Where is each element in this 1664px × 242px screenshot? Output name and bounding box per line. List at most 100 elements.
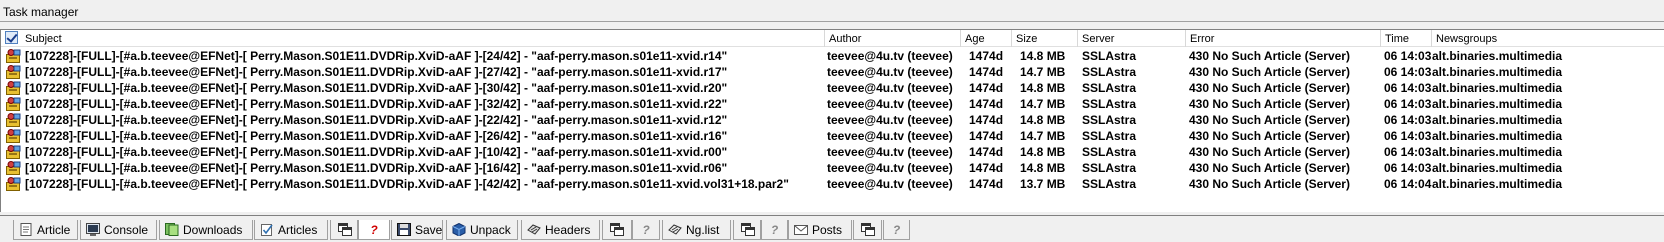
tab-ng-list[interactable]: Ng.list <box>662 220 731 240</box>
cell-newsgroups: alt.binaries.multimedia <box>1432 177 1563 191</box>
cell-error: 430 No Such Article (Server) <box>1189 145 1350 159</box>
task-status-icon <box>6 113 22 127</box>
cell-subject: [107228]-[FULL]-[#a.b.teevee@EFNet]-[ Pe… <box>25 65 728 79</box>
table-row[interactable]: [107228]-[FULL]-[#a.b.teevee@EFNet]-[ Pe… <box>1 160 1664 176</box>
cell-age: 1474d <box>969 97 1004 111</box>
cell-age: 1474d <box>969 161 1004 175</box>
cell-error: 430 No Such Article (Server) <box>1189 65 1350 79</box>
cell-time: 06 14:03 <box>1384 113 1432 127</box>
cell-newsgroups: alt.binaries.multimedia <box>1432 97 1563 111</box>
table-row[interactable]: [107228]-[FULL]-[#a.b.teevee@EFNet]-[ Pe… <box>1 176 1664 192</box>
cell-size: 14.8 MB <box>1020 113 1066 127</box>
table-row[interactable]: [107228]-[FULL]-[#a.b.teevee@EFNet]-[ Pe… <box>1 96 1664 112</box>
cell-time: 06 14:03 <box>1384 145 1432 159</box>
table-row[interactable]: [107228]-[FULL]-[#a.b.teevee@EFNet]-[ Pe… <box>1 112 1664 128</box>
cell-error: 430 No Such Article (Server) <box>1189 97 1350 111</box>
cell-time: 06 14:03 <box>1384 129 1432 143</box>
cell-server: SSLAstra <box>1082 65 1137 79</box>
cell-subject: [107228]-[FULL]-[#a.b.teevee@EFNet]-[ Pe… <box>25 81 728 95</box>
col-subject[interactable]: Subject <box>1 30 825 47</box>
table-row[interactable]: [107228]-[FULL]-[#a.b.teevee@EFNet]-[ Pe… <box>1 144 1664 160</box>
cell-server: SSLAstra <box>1082 97 1137 111</box>
ng-list-icon <box>668 223 682 236</box>
articles-icon <box>260 223 274 236</box>
cell-time: 06 14:03 <box>1384 65 1432 79</box>
envelope-icon <box>794 223 808 236</box>
cell-newsgroups: alt.binaries.multimedia <box>1432 49 1563 63</box>
cell-error: 430 No Such Article (Server) <box>1189 177 1350 191</box>
col-age[interactable]: Age <box>961 30 1012 47</box>
tab-help[interactable]: ? <box>632 220 660 240</box>
cell-error: 430 No Such Article (Server) <box>1189 161 1350 175</box>
task-list[interactable]: Subject Author Age Size Server Error Tim… <box>0 29 1664 212</box>
col-subject-label: Subject <box>25 33 62 45</box>
tab-window[interactable] <box>602 220 632 240</box>
col-time[interactable]: Time <box>1381 30 1432 47</box>
tab-save[interactable]: Save <box>391 220 443 240</box>
cell-server: SSLAstra <box>1082 161 1137 175</box>
cell-server: SSLAstra <box>1082 113 1137 127</box>
cell-age: 1474d <box>969 129 1004 143</box>
tab-unpack[interactable]: Unpack <box>446 220 518 240</box>
tab-label: Article <box>37 223 71 237</box>
table-row[interactable]: [107228]-[FULL]-[#a.b.teevee@EFNet]-[ Pe… <box>1 48 1664 64</box>
tab-help[interactable]: ? <box>761 220 788 240</box>
tab-help[interactable]: ? <box>358 220 390 240</box>
window-icon <box>338 223 352 236</box>
table-row[interactable]: [107228]-[FULL]-[#a.b.teevee@EFNet]-[ Pe… <box>1 128 1664 144</box>
cell-time: 06 14:03 <box>1384 161 1432 175</box>
tab-window[interactable] <box>853 220 882 240</box>
bottom-tab-bar: Article Console Downloads Articles? Save Unpa… <box>0 215 1664 242</box>
cell-error: 430 No Such Article (Server) <box>1189 113 1350 127</box>
cell-subject: [107228]-[FULL]-[#a.b.teevee@EFNet]-[ Pe… <box>25 129 728 143</box>
cell-author: teevee@4u.tv (teevee) <box>827 97 953 111</box>
cell-newsgroups: alt.binaries.multimedia <box>1432 113 1563 127</box>
console-icon <box>86 223 100 236</box>
cell-author: teevee@4u.tv (teevee) <box>827 113 953 127</box>
cell-newsgroups: alt.binaries.multimedia <box>1432 161 1563 175</box>
table-row[interactable]: [107228]-[FULL]-[#a.b.teevee@EFNet]-[ Pe… <box>1 64 1664 80</box>
col-size[interactable]: Size <box>1012 30 1078 47</box>
col-server[interactable]: Server <box>1078 30 1186 47</box>
help-icon: ? <box>642 223 650 237</box>
cell-age: 1474d <box>969 65 1004 79</box>
task-status-icon <box>6 49 22 63</box>
cell-time: 06 14:03 <box>1384 97 1432 111</box>
window-icon <box>861 223 875 236</box>
task-status-icon <box>6 129 22 143</box>
tab-console[interactable]: Console <box>80 220 157 240</box>
cell-author: teevee@4u.tv (teevee) <box>827 145 953 159</box>
cell-size: 14.8 MB <box>1020 81 1066 95</box>
help-icon: ? <box>892 223 901 237</box>
cell-size: 14.7 MB <box>1020 129 1066 143</box>
tab-posts[interactable]: Posts <box>788 220 852 240</box>
cell-subject: [107228]-[FULL]-[#a.b.teevee@EFNet]-[ Pe… <box>25 97 728 111</box>
cell-time: 06 14:04 <box>1384 177 1432 191</box>
tab-label: Downloads <box>183 223 243 237</box>
cell-author: teevee@4u.tv (teevee) <box>827 81 953 95</box>
cell-error: 430 No Such Article (Server) <box>1189 129 1350 143</box>
cell-size: 14.8 MB <box>1020 49 1066 63</box>
tab-article[interactable]: Article <box>13 220 78 240</box>
cell-newsgroups: alt.binaries.multimedia <box>1432 81 1563 95</box>
tab-help[interactable]: ? <box>883 220 910 240</box>
table-row[interactable]: [107228]-[FULL]-[#a.b.teevee@EFNet]-[ Pe… <box>1 80 1664 96</box>
col-error[interactable]: Error <box>1186 30 1381 47</box>
task-status-icon <box>6 161 22 175</box>
col-newsgroups[interactable]: Newsgroups <box>1432 30 1664 47</box>
cell-subject: [107228]-[FULL]-[#a.b.teevee@EFNet]-[ Pe… <box>25 113 728 127</box>
cell-subject: [107228]-[FULL]-[#a.b.teevee@EFNet]-[ Pe… <box>25 49 728 63</box>
select-all-checkbox[interactable] <box>5 31 18 44</box>
tab-window[interactable] <box>330 220 358 240</box>
tab-headers[interactable]: Headers <box>521 220 600 240</box>
cell-server: SSLAstra <box>1082 129 1137 143</box>
window-icon <box>610 223 624 236</box>
column-header: Subject Author Age Size Server Error Tim… <box>1 30 1664 47</box>
tab-window[interactable] <box>733 220 761 240</box>
cell-server: SSLAstra <box>1082 81 1137 95</box>
tab-articles[interactable]: Articles <box>254 220 328 240</box>
tab-label: Ng.list <box>686 223 720 237</box>
col-author[interactable]: Author <box>825 30 961 47</box>
cell-size: 14.7 MB <box>1020 97 1066 111</box>
tab-downloads[interactable]: Downloads <box>159 220 253 240</box>
